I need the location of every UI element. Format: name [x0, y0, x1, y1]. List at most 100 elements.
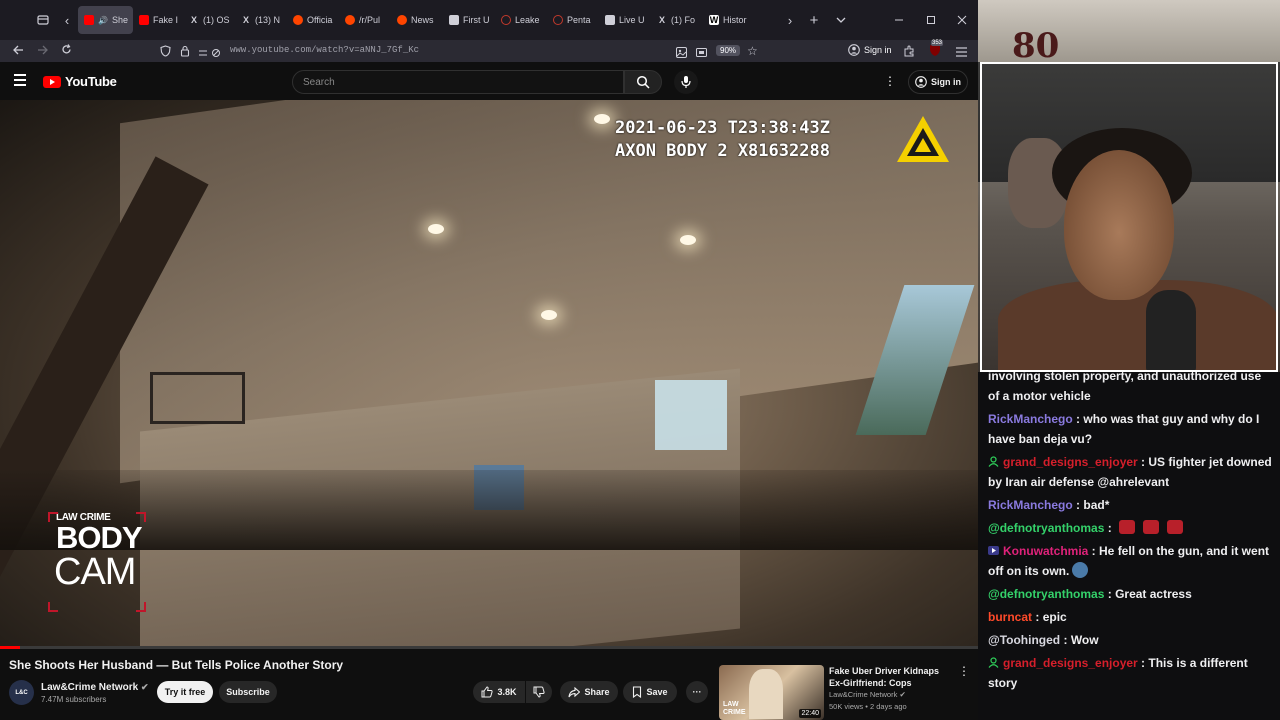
channel-avatar[interactable]: L&C	[9, 680, 34, 705]
chat-text: Great actress	[1115, 587, 1192, 601]
subscribe-button[interactable]: Subscribe	[219, 681, 277, 703]
like-button[interactable]: 3.8K	[473, 681, 525, 703]
chat-message: burncat : epic	[988, 610, 1067, 624]
recommended-channel[interactable]: Law&Crime Network ✔	[829, 690, 906, 699]
app-menu-icon[interactable]	[956, 44, 967, 62]
chat-message-list: involving stolen property, and unauthori…	[988, 372, 1274, 693]
save-label: Save	[646, 687, 668, 697]
recommended-more-icon[interactable]: ⋮	[958, 664, 970, 678]
share-arrow-icon	[568, 686, 581, 697]
search-button[interactable]	[624, 70, 662, 94]
ublock-extension-icon[interactable]: 353	[928, 40, 944, 57]
chat-username[interactable]: grand_designs_enjoyer	[1003, 656, 1138, 670]
try-it-free-button[interactable]: Try it free	[157, 681, 213, 703]
chat-emote-icon[interactable]	[1167, 520, 1184, 534]
tab[interactable]: First U	[443, 6, 495, 34]
verified-check-icon: ✔	[141, 682, 149, 692]
chat-username[interactable]: @defnotryanthomas	[988, 587, 1104, 601]
chat-username[interactable]: @defnotryanthomas	[988, 521, 1104, 535]
firefox-account-button[interactable]: Sign in	[848, 44, 892, 56]
tabs-scroll-right-icon[interactable]: ›	[779, 9, 801, 31]
reload-icon[interactable]	[54, 44, 78, 58]
tab[interactable]: Officia	[287, 6, 339, 34]
chat-username[interactable]: @Toohinged	[988, 633, 1060, 647]
tab[interactable]: News	[391, 6, 443, 34]
tab-label: News	[411, 15, 434, 25]
list-all-tabs-icon[interactable]	[830, 9, 852, 31]
tab[interactable]: X (1) OS	[183, 6, 235, 34]
ceiling-light	[594, 114, 610, 124]
share-button[interactable]: Share	[560, 681, 618, 703]
youtube-play-icon	[43, 75, 61, 88]
extensions-icon[interactable]	[903, 44, 915, 62]
thumbs-up-icon	[481, 686, 494, 698]
tab-overview-icon[interactable]	[32, 9, 54, 31]
lock-icon[interactable]	[180, 44, 190, 62]
tab[interactable]: W Histor	[703, 6, 753, 34]
tab[interactable]: Fake I	[133, 6, 183, 34]
chat-emote-icon[interactable]	[1072, 562, 1089, 578]
tracking-protection-icon[interactable]	[160, 44, 171, 62]
screenshot-icon[interactable]	[696, 45, 707, 63]
chat-message: @defnotryanthomas :	[988, 518, 1274, 538]
recommended-title[interactable]: Fake Uber Driver Kidnaps Ex-Girlfriend: …	[829, 665, 951, 689]
back-icon[interactable]	[6, 44, 30, 58]
minimize-icon[interactable]	[888, 9, 910, 31]
chat-emote-icon[interactable]	[1119, 520, 1136, 534]
page-icon	[605, 15, 615, 25]
hamburger-menu-icon[interactable]	[14, 74, 26, 86]
bookmark-star-icon[interactable]: ☆	[747, 44, 758, 58]
ceiling-light	[680, 235, 696, 245]
forward-icon[interactable]	[30, 44, 54, 58]
url-field[interactable]: www.youtube.com/watch?v=aNNJ_7Gf_Kc	[230, 45, 670, 55]
streamer-webcam: 80	[978, 0, 1280, 372]
tabs-scroll-left-icon[interactable]: ‹	[56, 9, 78, 31]
wikipedia-icon: W	[709, 15, 719, 25]
tab-label: Officia	[307, 15, 333, 25]
more-actions-icon[interactable]: ···	[686, 681, 708, 703]
tab[interactable]: Live U	[599, 6, 651, 34]
tab[interactable]: Penta	[547, 6, 599, 34]
voice-search-button[interactable]	[674, 70, 698, 94]
circle-icon	[501, 15, 511, 25]
chat-emote-icon[interactable]	[1143, 520, 1160, 534]
video-progress-bar[interactable]	[0, 646, 978, 649]
channel-name[interactable]: Law&Crime Network ✔	[41, 682, 149, 693]
chat-username[interactable]: burncat	[988, 610, 1032, 624]
chat-message: @defnotryanthomas : Great actress	[988, 587, 1192, 601]
dislike-button[interactable]	[526, 681, 552, 703]
youtube-logo[interactable]: YouTube	[43, 74, 117, 89]
maximize-icon[interactable]	[920, 9, 942, 31]
prime-badge-icon[interactable]	[988, 542, 999, 555]
chat-username[interactable]: grand_designs_enjoyer	[1003, 455, 1138, 469]
browser-window: ‹ 🔊She✕ Fake I X (1) OS X (13) N Officia/r/Pul…	[0, 0, 978, 720]
subscriber-badge-icon[interactable]	[988, 453, 999, 467]
recommended-thumbnail[interactable]: LAW CRIME 22:40	[719, 665, 824, 720]
video-player[interactable]	[0, 100, 978, 648]
new-tab-icon[interactable]: +	[803, 9, 825, 31]
reader-view-icon[interactable]	[676, 45, 687, 63]
youtube-signin-button[interactable]: Sign in	[908, 70, 968, 94]
save-button[interactable]: Save	[623, 681, 677, 703]
chat-message: Konuwatchmia : He fell on the gun, and i…	[988, 542, 1270, 578]
tab[interactable]: 🔊She✕	[78, 6, 133, 34]
verified-check-icon: ✔	[899, 690, 906, 699]
tab[interactable]: /r/Pul	[339, 6, 391, 34]
reddit-icon	[345, 15, 355, 25]
zoom-level[interactable]: 90%	[716, 45, 741, 56]
chat-message: involving stolen property, and unauthori…	[988, 372, 1274, 406]
chat-username[interactable]: Konuwatchmia	[1003, 544, 1088, 558]
tab[interactable]: X (1) Fo	[651, 6, 703, 34]
tab[interactable]: X (13) N	[235, 6, 287, 34]
search-input[interactable]: Search	[292, 70, 624, 94]
law-crime-bodycam-watermark: LAW CRIME BODY CAM	[48, 512, 146, 612]
chat-username[interactable]: RickManchego	[988, 498, 1073, 512]
subscriber-badge-icon[interactable]	[988, 654, 999, 668]
audio-playing-icon[interactable]: 🔊	[98, 16, 108, 25]
tab-strip: 🔊She✕ Fake I X (1) OS X (13) N Officia/r/Pul Ne…	[78, 6, 753, 34]
settings-more-icon[interactable]: ⋮	[884, 74, 896, 88]
tab[interactable]: Leake	[495, 6, 547, 34]
close-window-icon[interactable]	[951, 9, 973, 31]
permissions-icon[interactable]	[198, 45, 224, 63]
chat-username[interactable]: RickManchego	[988, 412, 1073, 426]
